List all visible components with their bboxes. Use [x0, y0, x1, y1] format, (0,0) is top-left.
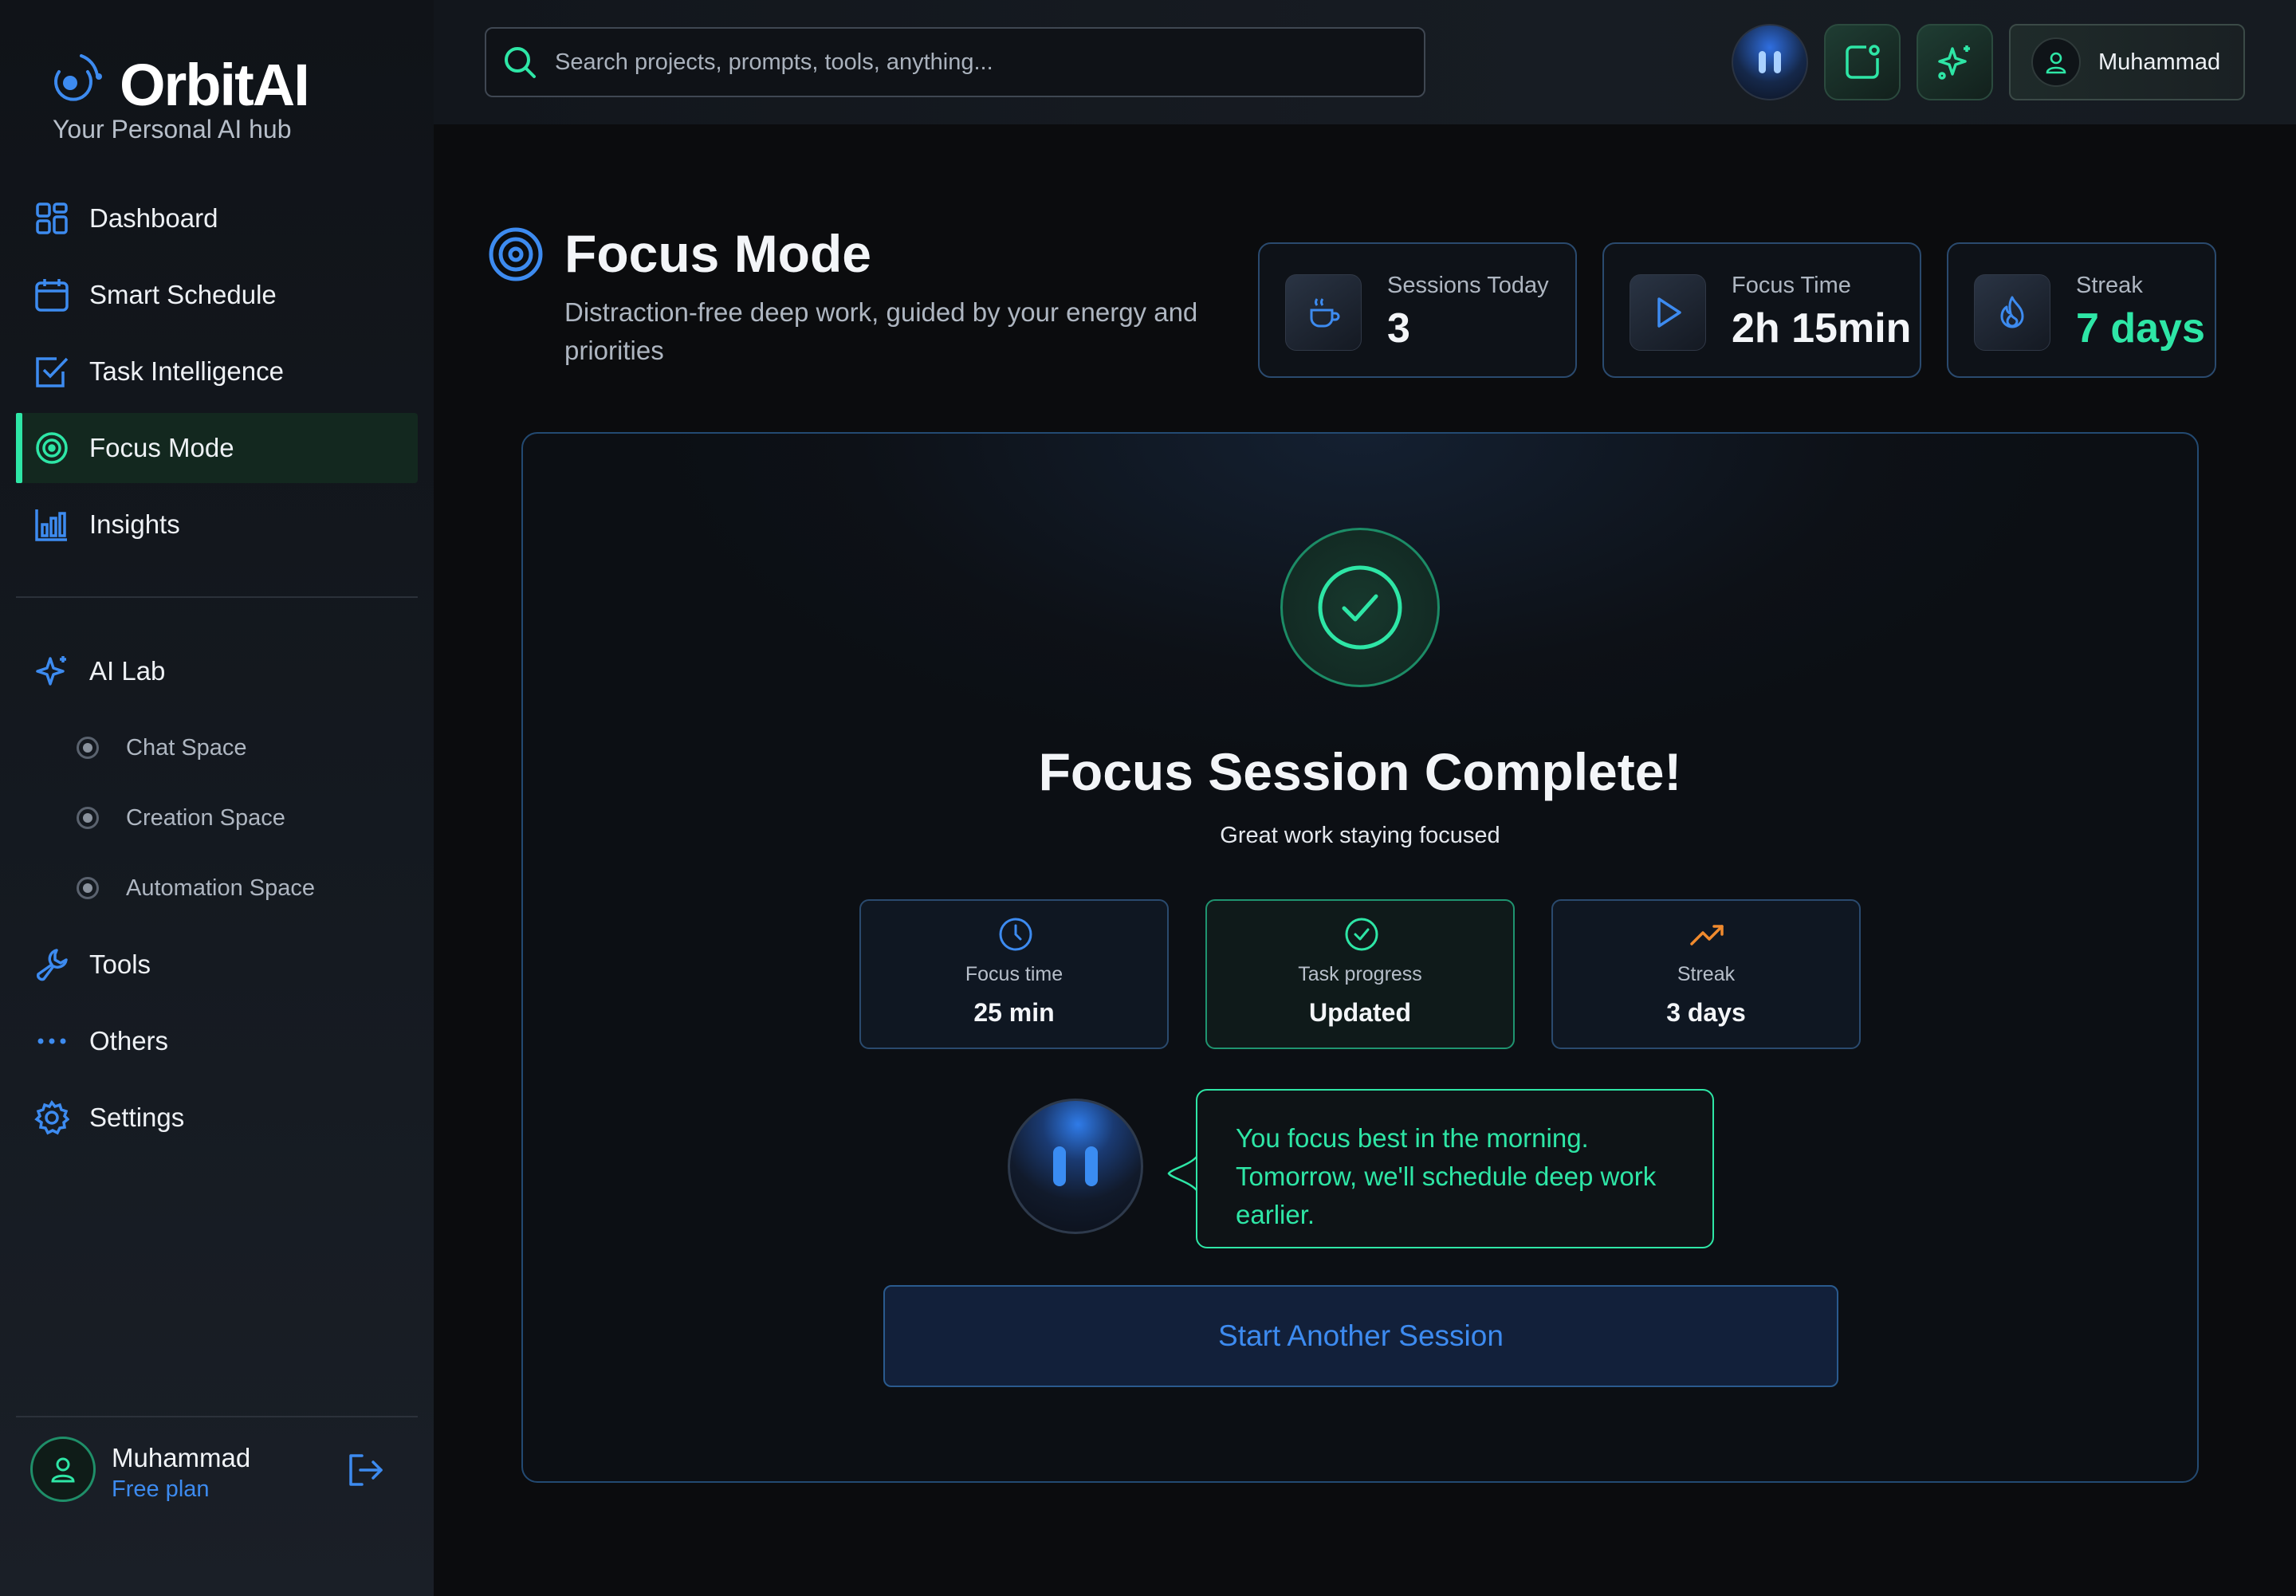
summary-value: Updated	[1309, 998, 1411, 1027]
summary-card-streak: Streak 3 days	[1551, 899, 1861, 1049]
success-badge	[1280, 528, 1440, 687]
nav-label: AI Lab	[89, 656, 166, 686]
assistant-message: You focus best in the morning. Tomorrow,…	[1196, 1089, 1714, 1248]
nav-label: Tools	[89, 949, 151, 979]
sidebar: OrbitAI Your Personal AI hub Dashboard S…	[0, 0, 434, 1596]
focus-complete-panel: Focus Session Complete! Great work stayi…	[521, 432, 2199, 1483]
session-complete-title: Focus Session Complete!	[1038, 742, 1682, 801]
dashboard-grid-icon	[33, 200, 70, 237]
check-circle-icon	[1318, 565, 1402, 650]
nav-item-smart-schedule[interactable]: Smart Schedule	[16, 260, 418, 330]
ellipsis-icon	[33, 1023, 70, 1059]
brand-tagline: Your Personal AI hub	[53, 115, 292, 143]
user-menu-name: Muhammad	[2098, 49, 2221, 75]
sidebar-divider	[16, 1416, 418, 1417]
orbit-logo-icon	[54, 54, 102, 101]
nav-label: Focus Mode	[89, 433, 234, 462]
summary-card-task-progress: Task progress Updated	[1205, 899, 1515, 1049]
user-icon	[51, 1457, 75, 1483]
assistant-eye	[1085, 1146, 1098, 1186]
wrench-icon	[33, 946, 70, 983]
play-icon	[1630, 274, 1706, 351]
radio-dot-icon	[77, 877, 99, 899]
summary-label: Streak	[1677, 963, 1736, 985]
logout-icon[interactable]	[346, 1451, 384, 1489]
sub-item-label: Chat Space	[126, 734, 247, 761]
target-icon	[489, 227, 543, 281]
page-subtitle: Distraction-free deep work, guided by yo…	[564, 297, 1198, 365]
start-another-session-button[interactable]: Start Another Session	[883, 1285, 1838, 1387]
stat-label: Sessions Today	[1387, 273, 1549, 298]
nav-item-settings[interactable]: Settings	[16, 1083, 418, 1153]
nav-label: Others	[89, 1026, 169, 1055]
stat-value: 7 days	[2076, 305, 2205, 352]
sparkle-icon	[1938, 45, 1970, 80]
summary-value: 25 min	[973, 998, 1055, 1027]
nav-item-tools[interactable]: Tools	[16, 930, 418, 1000]
avatar	[2031, 37, 2081, 87]
flame-icon	[1974, 274, 2050, 351]
sidebar-user-name: Muhammad	[112, 1443, 251, 1472]
stat-card-focus-time: Focus Time 2h 15min	[1602, 242, 1921, 378]
check-circle-icon	[1345, 918, 1378, 951]
stat-label: Focus Time	[1732, 273, 1851, 298]
nav-label: Settings	[89, 1103, 185, 1132]
nav-item-ai-lab[interactable]: AI Lab	[16, 636, 418, 706]
assistant-eyes-icon	[1759, 51, 1781, 73]
ai-sparkle-button[interactable]	[1917, 24, 1993, 100]
sub-item-automation-space[interactable]: Automation Space	[77, 864, 315, 912]
notifications-button[interactable]	[1824, 24, 1901, 100]
trending-up-icon	[1690, 925, 1724, 945]
user-icon	[2046, 52, 2066, 74]
sub-item-creation-space[interactable]: Creation Space	[77, 794, 285, 842]
notification-square-icon	[1846, 45, 1880, 79]
assistant-avatar	[1008, 1099, 1143, 1234]
session-complete-subtitle: Great work staying focused	[1220, 823, 1500, 848]
sidebar-user: Muhammad Free plan	[30, 1432, 397, 1505]
nav-item-dashboard[interactable]: Dashboard	[16, 183, 418, 254]
stat-card-streak: Streak 7 days	[1947, 242, 2216, 378]
search-bar[interactable]	[485, 27, 1425, 97]
sub-item-label: Creation Space	[126, 804, 285, 831]
sidebar-divider	[16, 596, 418, 598]
clock-icon	[999, 918, 1032, 951]
summary-card-focus-time: Focus time 25 min	[859, 899, 1169, 1049]
calendar-icon	[33, 277, 70, 313]
topbar: Muhammad	[434, 0, 2296, 124]
summary-value: 3 days	[1666, 998, 1746, 1027]
radio-dot-icon	[77, 807, 99, 829]
user-menu-button[interactable]: Muhammad	[2009, 24, 2245, 100]
assistant-orb-button[interactable]	[1732, 24, 1808, 100]
bar-chart-icon	[33, 506, 70, 543]
summary-label: Task progress	[1298, 963, 1422, 985]
target-icon	[33, 430, 70, 466]
search-icon	[505, 47, 536, 78]
brand-name: OrbitAI	[120, 52, 310, 118]
sub-item-chat-space[interactable]: Chat Space	[77, 724, 247, 772]
stat-value: 3	[1387, 305, 1410, 352]
summary-label: Focus time	[965, 963, 1063, 985]
sub-item-label: Automation Space	[126, 875, 315, 901]
nav-item-task-intelligence[interactable]: Task Intelligence	[16, 336, 418, 407]
gear-icon	[33, 1099, 70, 1136]
search-input[interactable]	[555, 49, 1400, 76]
stat-card-sessions-today: Sessions Today 3	[1258, 242, 1577, 378]
nav-label: Insights	[89, 509, 180, 539]
sparkle-icon	[33, 653, 70, 690]
stat-value: 2h 15min	[1732, 305, 1912, 352]
nav-label: Task Intelligence	[89, 356, 284, 386]
avatar[interactable]	[30, 1437, 96, 1502]
nav-item-insights[interactable]: Insights	[16, 489, 418, 560]
assistant-eye	[1053, 1146, 1066, 1186]
nav-label: Dashboard	[89, 203, 218, 233]
nav-item-others[interactable]: Others	[16, 1006, 418, 1076]
nav-label: Smart Schedule	[89, 280, 277, 309]
task-check-icon	[33, 353, 70, 390]
radio-dot-icon	[77, 737, 99, 759]
page-title: Focus Mode	[564, 224, 872, 283]
coffee-cup-icon	[1285, 274, 1362, 351]
stat-label: Streak	[2076, 273, 2143, 298]
sidebar-user-plan[interactable]: Free plan	[112, 1476, 210, 1503]
nav-item-focus-mode[interactable]: Focus Mode	[16, 413, 418, 483]
